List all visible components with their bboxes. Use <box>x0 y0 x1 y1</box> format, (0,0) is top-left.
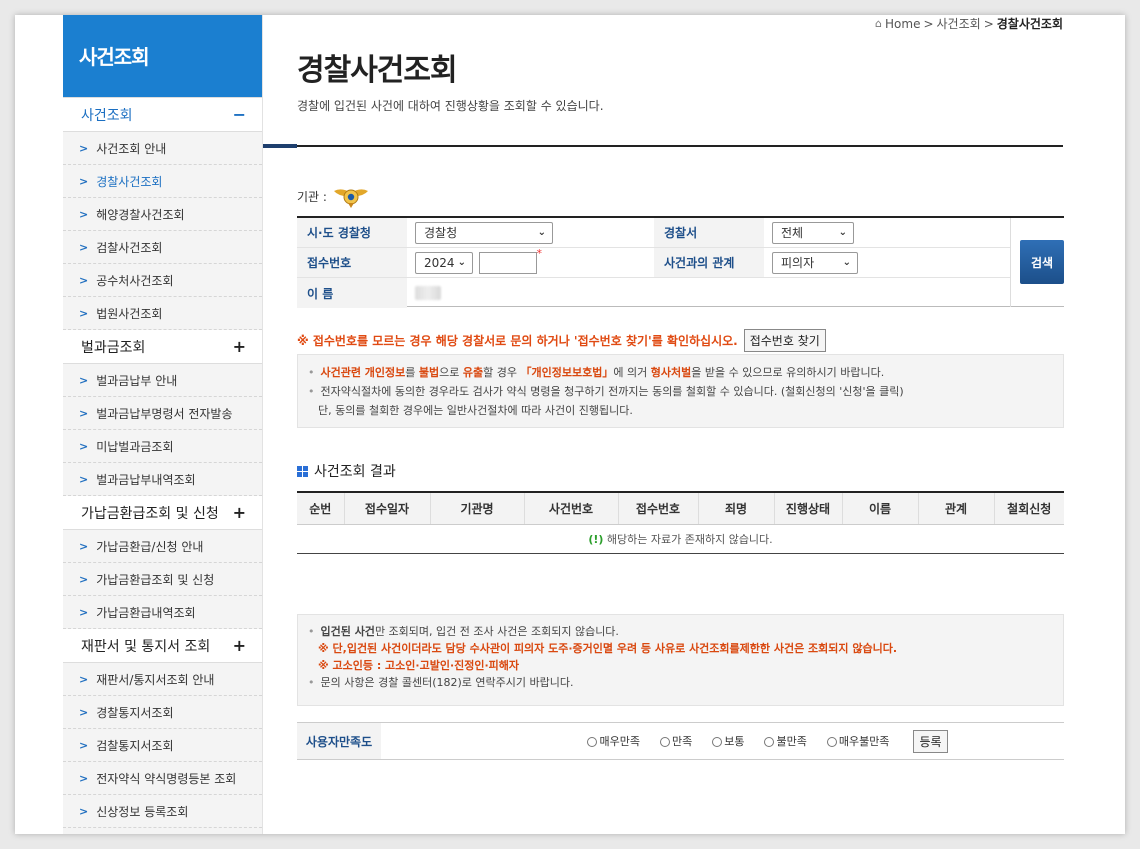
chevron-right-icon: > <box>79 439 89 453</box>
radio-icon <box>764 737 775 747</box>
chevron-right-icon: > <box>79 174 89 188</box>
radio-icon <box>712 737 723 747</box>
station-label: 경찰서 <box>654 218 764 247</box>
browser-page: 사건조회 사건조회 − > 사건조회 안내 > 경찰사건조회 > 해양경찰사건조회 >… <box>15 15 1125 834</box>
sidebar-item-police-case[interactable]: > 경찰사건조회 <box>63 165 262 198</box>
chevron-right-icon: > <box>79 240 89 254</box>
chevron-right-icon: > <box>79 605 89 619</box>
divider <box>263 145 1063 147</box>
find-receipt-button[interactable]: 접수번호 찾기 <box>743 329 826 352</box>
chevron-right-icon: > <box>79 373 89 387</box>
receipt-notice: ※ 접수번호를 모르는 경우 해당 경찰서로 문의 하거나 '접수번호 찾기'를… <box>297 329 826 352</box>
search-form: 시·도 경찰청 경찰청 ⌄ 경찰서 전체 ⌄ 접수번호 2024 ⌄ * 사건과의 관… <box>297 216 1064 308</box>
divider-accent <box>263 144 297 148</box>
chevron-down-icon: ⌄ <box>457 257 466 268</box>
satisfaction-survey: 사용자만족도 매우만족 만족 보통 불만족 매우불만족 등록 <box>297 722 1064 760</box>
table-header-row: 순번 접수일자 기관명 사건번호 접수번호 죄명 진행상태 이름 관계 철회신청 <box>297 492 1064 525</box>
home-icon[interactable]: ⌂ <box>875 17 882 30</box>
chevron-right-icon: > <box>79 306 89 320</box>
name-label: 이 름 <box>297 278 407 308</box>
result-title: 사건조회 결과 <box>297 461 396 481</box>
year-select[interactable]: 2024 ⌄ <box>415 251 473 274</box>
sidebar-item[interactable]: > 검찰통지서조회 <box>63 729 262 762</box>
relation-label: 사건과의 관계 <box>654 248 764 277</box>
radio-icon <box>587 737 598 747</box>
sidebar-group-fines[interactable]: 벌과금조회 + <box>63 330 262 364</box>
chevron-right-icon: > <box>79 472 89 486</box>
survey-option-satisfied[interactable]: 만족 <box>659 733 692 749</box>
expand-icon: + <box>232 337 246 356</box>
sidebar-item[interactable]: > 재판서/통지서조회 안내 <box>63 663 262 696</box>
breadcrumb-level1[interactable]: 사건조회 <box>937 15 981 32</box>
sido-select[interactable]: 경찰청 ⌄ <box>415 221 553 244</box>
sidebar-item[interactable]: > 벌과금납부명령서 전자발송 <box>63 397 262 430</box>
chevron-right-icon: > <box>79 273 89 287</box>
receipt-label: 접수번호 <box>297 248 407 277</box>
expand-icon: + <box>232 636 246 655</box>
sidebar-item[interactable]: > 전자약식 약식명령등본 조회 <box>63 762 262 795</box>
chevron-right-icon: > <box>79 207 89 221</box>
chevron-right-icon: > <box>79 572 89 586</box>
sidebar-group-refund[interactable]: 가납금환급조회 및 신청 + <box>63 496 262 530</box>
agency-row: 기관 : <box>297 183 369 209</box>
page-description: 경찰에 입건된 사건에 대하여 진행상황을 조회할 수 있습니다. <box>297 99 604 113</box>
survey-option-dissatisfied[interactable]: 불만족 <box>764 733 807 749</box>
police-emblem-icon <box>333 189 368 208</box>
sidebar-item[interactable]: > 신상정보 등록조회 <box>63 795 262 828</box>
chevron-right-icon: > <box>79 406 89 420</box>
chevron-right-icon: > <box>79 141 89 155</box>
masked-name <box>415 286 441 300</box>
expand-icon: + <box>232 503 246 522</box>
sidebar-item[interactable]: > 가납금환급내역조회 <box>63 596 262 629</box>
sidebar-item[interactable]: > 벌과금납부내역조회 <box>63 463 262 496</box>
table-row: (!) 해당하는 자료가 존재하지 않습니다. <box>297 524 1064 554</box>
survey-option-neutral[interactable]: 보통 <box>712 733 744 749</box>
sidebar-item[interactable]: > 공수처사건조회 <box>63 264 262 297</box>
result-table: 순번 접수일자 기관명 사건번호 접수번호 죄명 진행상태 이름 관계 철회신청… <box>297 491 1064 554</box>
chevron-right-icon: > <box>79 672 89 686</box>
radio-icon <box>659 737 670 747</box>
chevron-right-icon: > <box>79 738 89 752</box>
search-button[interactable]: 검색 <box>1020 240 1064 284</box>
chevron-right-icon: > <box>79 705 89 719</box>
breadcrumb: ⌂ Home > 사건조회 > 경찰사건조회 <box>875 15 1063 32</box>
sidebar-item[interactable]: > 검찰사건조회 <box>63 231 262 264</box>
radio-icon <box>826 737 837 747</box>
sidebar-item[interactable]: > 사건조회 안내 <box>63 132 262 165</box>
chevron-down-icon: ⌄ <box>838 227 847 238</box>
main-content: ⌂ Home > 사건조회 > 경찰사건조회 경찰사건조회 경찰에 입건된 사건… <box>263 15 1125 834</box>
receipt-number-input[interactable]: * <box>479 247 542 274</box>
page-title: 경찰사건조회 <box>297 53 458 88</box>
station-select[interactable]: 전체 ⌄ <box>772 221 854 244</box>
survey-submit-button[interactable]: 등록 <box>913 729 948 753</box>
breadcrumb-home[interactable]: Home <box>885 17 920 31</box>
sidebar-item[interactable]: > 가납금환급조회 및 신청 <box>63 563 262 596</box>
relation-select[interactable]: 피의자 ⌄ <box>772 251 858 274</box>
empty-result: (!) 해당하는 자료가 존재하지 않습니다. <box>297 524 1064 554</box>
sidebar-item[interactable]: > 미납벌과금조회 <box>63 430 262 463</box>
sidebar-item[interactable]: > 해양경찰사건조회 <box>63 198 262 231</box>
chevron-right-icon: > <box>79 771 89 785</box>
chevron-right-icon: > <box>79 539 89 553</box>
chevron-down-icon: ⌄ <box>842 257 851 268</box>
case-notice-box: • 입건된 사건만 조회되며, 입건 전 조사 사건은 조회되지 않습니다. ※ … <box>297 614 1064 706</box>
sidebar-item[interactable]: > 벌과금납부 안내 <box>63 364 262 397</box>
sidebar-title: 사건조회 <box>63 15 262 97</box>
chevron-down-icon: ⌄ <box>537 227 546 238</box>
collapse-icon: − <box>232 105 246 124</box>
survey-option-very-satisfied[interactable]: 매우만족 <box>587 733 640 749</box>
sidebar-group-case-inquiry[interactable]: 사건조회 − <box>63 97 262 132</box>
grid-icon <box>297 465 308 477</box>
survey-option-very-dissatisfied[interactable]: 매우불만족 <box>826 733 889 749</box>
sidebar-item[interactable]: > 경찰통지서조회 <box>63 696 262 729</box>
sidebar-group-documents[interactable]: 재판서 및 통지서 조회 + <box>63 629 262 663</box>
sidebar-item[interactable]: > 법원사건조회 <box>63 297 262 330</box>
privacy-notice-box: • 사건관련 개인정보를 불법으로 유출할 경우 「개인정보보호법」에 의거 형사… <box>297 354 1064 428</box>
sido-label: 시·도 경찰청 <box>297 218 407 247</box>
chevron-right-icon: > <box>79 804 89 818</box>
sidebar: 사건조회 사건조회 − > 사건조회 안내 > 경찰사건조회 > 해양경찰사건조회 >… <box>63 15 263 834</box>
survey-label: 사용자만족도 <box>297 723 381 759</box>
breadcrumb-current: 경찰사건조회 <box>996 17 1063 31</box>
sidebar-item[interactable]: > 가납금환급/신청 안내 <box>63 530 262 563</box>
